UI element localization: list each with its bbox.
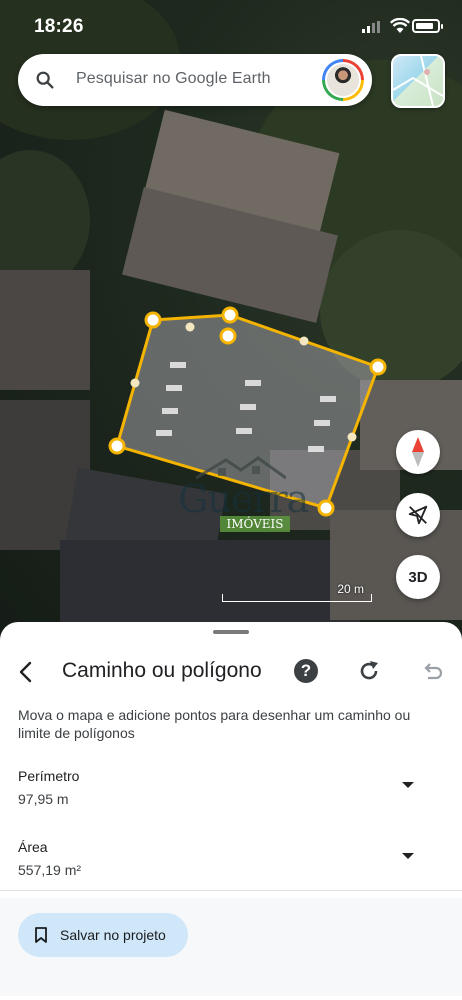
compass-button[interactable]	[396, 430, 440, 474]
scale-bar: 20 m	[222, 582, 372, 602]
help-icon[interactable]: ?	[294, 659, 318, 683]
redo-icon[interactable]	[356, 658, 382, 684]
battery-icon	[412, 19, 443, 33]
area-label: Área	[18, 839, 48, 855]
search-bar[interactable]: Pesquisar no Google Earth	[18, 54, 372, 106]
watermark-subtitle: IMÓVEIS	[220, 516, 290, 532]
my-location-button[interactable]	[396, 493, 440, 537]
save-to-project-button[interactable]: Salvar no projeto	[18, 913, 188, 957]
area-value: 557,19 m²	[18, 862, 82, 878]
location-off-icon	[408, 505, 428, 525]
sheet-title: Caminho ou polígono	[62, 659, 262, 682]
watermark-logo: Guerra IMÓVEIS	[168, 456, 309, 538]
profile-avatar[interactable]	[322, 59, 364, 101]
watermark-name: Guerra	[178, 477, 309, 521]
instruction-text: Mova o mapa e adicione pontos para desen…	[18, 707, 411, 741]
drag-handle[interactable]	[213, 630, 249, 634]
divider	[0, 890, 462, 891]
search-input[interactable]: Pesquisar no Google Earth	[76, 70, 271, 88]
perimeter-value: 97,95 m	[18, 791, 69, 807]
undo-icon[interactable]	[418, 658, 444, 684]
map-layer-icon	[393, 56, 443, 106]
compass-icon	[412, 437, 424, 467]
sheet-footer: Salvar no projeto	[0, 898, 462, 996]
chevron-down-icon[interactable]	[402, 853, 414, 859]
status-time: 18:26	[34, 16, 84, 37]
search-icon	[36, 71, 54, 89]
cellular-signal-icon	[362, 21, 380, 33]
back-arrow-icon[interactable]	[12, 658, 40, 686]
save-button-label: Salvar no projeto	[60, 927, 166, 943]
map-layer-thumbnail[interactable]	[391, 54, 445, 108]
map-view[interactable]: Guerra IMÓVEIS 18:26 Pesquisar no Google…	[0, 0, 462, 650]
perimeter-label: Perímetro	[18, 768, 80, 784]
polygon-tool-sheet: Caminho ou polígono ? Mova o mapa e adic…	[0, 622, 462, 1000]
wifi-icon	[390, 18, 410, 33]
chevron-down-icon[interactable]	[402, 782, 414, 788]
bookmark-icon	[35, 927, 47, 943]
3d-toggle-button[interactable]: 3D	[396, 555, 440, 599]
status-bar: 18:26	[0, 0, 462, 54]
